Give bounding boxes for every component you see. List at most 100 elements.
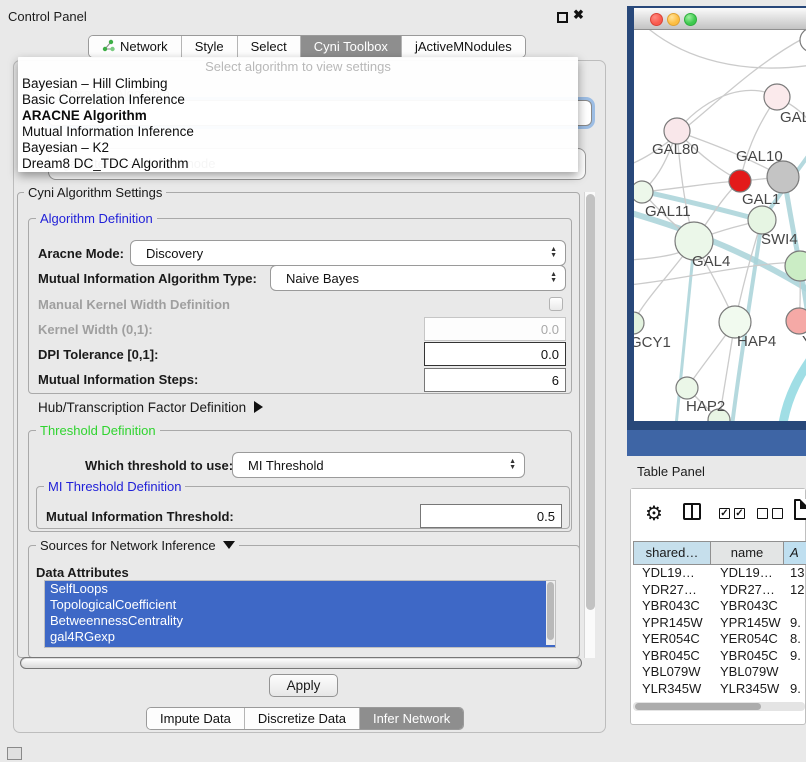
table-row[interactable]: YLL052CYLL052C0. [633, 697, 806, 699]
attribute-list-scrollbar-thumb[interactable] [547, 582, 554, 640]
network-view-window: GALGAL80GAL10GAL11GAL1GAL4SWI4GCY1HAP4YH… [627, 6, 806, 430]
tab-cyni-toolbox[interactable]: Cyni Toolbox [301, 36, 402, 57]
table-cell: 9. [784, 681, 806, 698]
table-header: shared…nameA [633, 541, 806, 565]
mi-steps-field[interactable] [424, 368, 566, 392]
settings-hscrollbar-thumb[interactable] [22, 659, 578, 667]
aracne-mode-label: Aracne Mode: [38, 246, 124, 261]
table-cell: YDR27… [711, 582, 784, 599]
algorithm-option-dream8-dc-tdc-algorithm[interactable]: Dream8 DC_TDC Algorithm [22, 156, 574, 172]
table-cell: YLR345W [633, 681, 711, 698]
network-node-gal11[interactable] [634, 181, 653, 203]
dpi-tolerance-field[interactable] [424, 342, 566, 366]
network-graph: GALGAL80GAL10GAL11GAL1GAL4SWI4GCY1HAP4YH… [634, 30, 806, 421]
network-node[interactable] [729, 170, 751, 192]
tab-discretize-data[interactable]: Discretize Data [245, 708, 360, 729]
aracne-mode-combo[interactable]: Discovery ▲▼ [130, 240, 566, 266]
column-header-shared[interactable]: shared… [633, 541, 711, 565]
which-threshold-label: Which threshold to use: [85, 458, 233, 473]
dpi-tolerance-label: DPI Tolerance [0,1]: [38, 347, 158, 362]
table-row[interactable]: YLR345WYLR345W9. [633, 681, 806, 698]
table-row[interactable]: YBL079WYBL079W [633, 664, 806, 681]
hub-definition-expander[interactable]: Hub/Transcription Factor Definition [38, 400, 263, 415]
network-edge [644, 30, 806, 68]
manual-kernel-checkbox[interactable] [549, 297, 563, 311]
tab-label: Network [120, 39, 168, 54]
network-node-gcy1[interactable] [634, 312, 644, 334]
algorithm-option-mutual-information-inference[interactable]: Mutual Information Inference [22, 124, 574, 140]
select-all-icon[interactable]: ✓✓ [719, 508, 745, 519]
network-icon [102, 39, 115, 55]
table-row[interactable]: YDL19…YDL19…13 [633, 565, 806, 582]
attribute-item-partial[interactable] [45, 645, 555, 648]
tab-select[interactable]: Select [238, 36, 301, 57]
attribute-item-selfloops[interactable]: SelfLoops [45, 581, 555, 597]
table-cell: 8. [784, 631, 806, 648]
algorithm-option-bayesian-k2[interactable]: Bayesian – K2 [22, 140, 574, 156]
data-attributes-list: SelfLoopsTopologicalCoefficientBetweenne… [44, 580, 556, 648]
table-row[interactable]: YPR145WYPR145W9. [633, 615, 806, 632]
application-root: Control Panel ✖ Network StyleSelectCyni T… [0, 0, 806, 762]
tab-network[interactable]: Network [89, 36, 182, 57]
gear-icon[interactable]: ⚙ [645, 501, 663, 526]
table-hscrollbar-thumb[interactable] [635, 703, 761, 710]
manual-kernel-label: Manual Kernel Width Definition [38, 297, 230, 312]
table-row[interactable]: YBR043CYBR043C [633, 598, 806, 615]
settings-scrollbar-thumb[interactable] [586, 194, 595, 610]
network-node-gal10[interactable] [767, 161, 799, 193]
tab-style[interactable]: Style [182, 36, 238, 57]
settings-scrollbar[interactable] [584, 192, 595, 658]
node-label-gcy1: GCY1 [634, 334, 671, 351]
network-window-titlebar[interactable] [634, 8, 806, 30]
tab-jactivemnodules[interactable]: jActiveMNodules [402, 36, 525, 57]
network-node-y[interactable] [786, 308, 806, 334]
network-canvas[interactable]: GALGAL80GAL10GAL11GAL1GAL4SWI4GCY1HAP4YH… [634, 30, 806, 421]
algorithm-option-basic-correlation-inference[interactable]: Basic Correlation Inference [22, 92, 574, 108]
close-panel-icon[interactable]: ✖ [573, 7, 584, 23]
window-zoom-icon[interactable] [684, 13, 697, 26]
algorithm-option-bayesian-hill-climbing[interactable]: Bayesian – Hill Climbing [22, 76, 574, 92]
column-header-name[interactable]: name [711, 541, 784, 565]
mi-type-combo[interactable]: Naive Bayes ▲▼ [270, 265, 566, 291]
tab-infer-network[interactable]: Infer Network [360, 708, 463, 729]
sources-legend[interactable]: Sources for Network Inference [36, 538, 239, 553]
table-cell: YPR145W [633, 615, 711, 632]
node-label-gal11: GAL11 [645, 203, 691, 220]
column-view-icon[interactable] [683, 503, 701, 520]
tab-impute-data[interactable]: Impute Data [147, 708, 245, 729]
attribute-item-betweennesscentrality[interactable]: BetweennessCentrality [45, 613, 555, 629]
threshold-definition-legend: Threshold Definition [36, 423, 160, 438]
panel-dock-icon[interactable] [7, 747, 22, 760]
network-node-hap2[interactable] [676, 377, 698, 399]
mi-type-value: Naive Bayes [286, 271, 550, 286]
table-hscrollbar[interactable] [633, 702, 805, 711]
attribute-item-topologicalcoefficient[interactable]: TopologicalCoefficient [45, 597, 555, 613]
table-panel: ⚙ ✓✓ shared…nameA YDL19…YDL19…13YDR27…YD… [630, 488, 806, 725]
kernel-width-field[interactable] [424, 317, 566, 341]
control-panel-title: Control Panel [8, 9, 87, 24]
window-close-icon[interactable] [650, 13, 663, 26]
apply-button[interactable]: Apply [269, 674, 338, 697]
which-threshold-combo[interactable]: MI Threshold ▲▼ [232, 452, 525, 478]
document-icon[interactable] [794, 499, 806, 520]
deselect-all-icon[interactable] [757, 508, 783, 519]
table-cell: YPR145W [711, 615, 784, 632]
algorithm-dropdown: Select algorithm to view settings Bayesi… [18, 57, 578, 172]
network-node[interactable] [800, 30, 806, 52]
network-node-gal1[interactable] [748, 206, 776, 234]
algorithm-option-aracne-algorithm[interactable]: ARACNE Algorithm [22, 108, 574, 124]
float-panel-icon[interactable] [557, 12, 568, 23]
hub-definition-label: Hub/Transcription Factor Definition [38, 400, 246, 415]
mi-threshold-field[interactable] [420, 504, 562, 528]
table-cell [784, 664, 806, 681]
network-node-gal[interactable] [764, 84, 790, 110]
column-header-a[interactable]: A [784, 541, 806, 565]
settings-hscrollbar[interactable] [20, 657, 582, 669]
attribute-list-scrollbar[interactable] [546, 581, 555, 645]
table-row[interactable]: YDR27…YDR27…12 [633, 582, 806, 599]
window-minimize-icon[interactable] [667, 13, 680, 26]
attribute-item-gal4rgexp[interactable]: gal4RGexp [45, 629, 555, 645]
table-row[interactable]: YBR045CYBR045C9. [633, 648, 806, 665]
table-cell: YBR043C [711, 598, 784, 615]
table-row[interactable]: YER054CYER054C8. [633, 631, 806, 648]
